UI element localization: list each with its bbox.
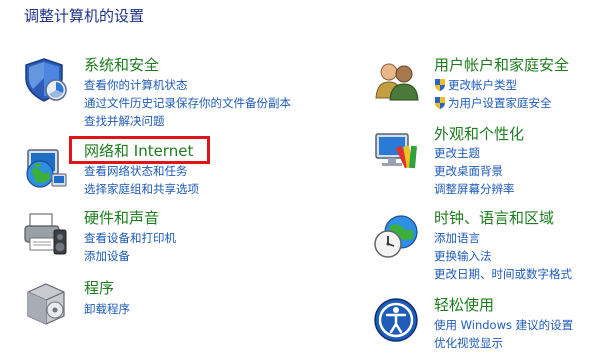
page-title: 调整计算机的设置 bbox=[24, 7, 145, 25]
link-optimize-visual-display[interactable]: 优化视觉显示 bbox=[434, 336, 503, 350]
category-appearance[interactable]: 外观和个性化 bbox=[434, 125, 524, 143]
printer-speaker-icon[interactable] bbox=[22, 210, 70, 258]
link-network-status[interactable]: 查看网络状态和任务 bbox=[84, 164, 188, 178]
category-system-security[interactable]: 系统和安全 bbox=[84, 56, 159, 74]
users-icon[interactable] bbox=[372, 56, 420, 104]
link-homegroup-sharing[interactable]: 选择家庭组和共享选项 bbox=[84, 182, 199, 196]
link-label: 更改帐户类型 bbox=[448, 78, 517, 92]
link-add-language[interactable]: 添加语言 bbox=[434, 231, 480, 245]
uac-shield-icon bbox=[434, 96, 446, 109]
link-troubleshoot[interactable]: 查找并解决问题 bbox=[84, 114, 165, 128]
network-globe-icon[interactable] bbox=[22, 144, 70, 192]
link-view-computer-status[interactable]: 查看你的计算机状态 bbox=[84, 78, 188, 92]
link-adjust-resolution[interactable]: 调整屏幕分辨率 bbox=[434, 182, 515, 196]
link-change-account-type[interactable]: 更改帐户类型 bbox=[434, 78, 517, 92]
category-ease-of-access[interactable]: 轻松使用 bbox=[434, 296, 494, 314]
link-devices-printers[interactable]: 查看设备和打印机 bbox=[84, 231, 176, 245]
category-clock-language-region[interactable]: 时钟、语言和区域 bbox=[434, 209, 554, 227]
link-uninstall-program[interactable]: 卸载程序 bbox=[84, 302, 130, 316]
link-change-input-method[interactable]: 更换输入法 bbox=[434, 249, 492, 263]
uac-shield-icon bbox=[434, 78, 446, 91]
category-hardware-sound[interactable]: 硬件和声音 bbox=[84, 209, 159, 227]
link-change-theme[interactable]: 更改主题 bbox=[434, 146, 480, 160]
monitor-palette-icon[interactable] bbox=[372, 128, 420, 176]
link-family-safety[interactable]: 为用户设置家庭安全 bbox=[434, 96, 552, 110]
link-add-device[interactable]: 添加设备 bbox=[84, 249, 130, 263]
highlight-box bbox=[69, 136, 210, 164]
programs-box-icon[interactable] bbox=[22, 278, 70, 326]
link-change-desktop-background[interactable]: 更改桌面背景 bbox=[434, 164, 503, 178]
category-programs[interactable]: 程序 bbox=[84, 279, 114, 297]
security-shield-icon[interactable] bbox=[22, 56, 70, 104]
ease-of-access-icon[interactable] bbox=[372, 296, 420, 344]
link-change-date-time-format[interactable]: 更改日期、时间或数字格式 bbox=[434, 267, 572, 281]
category-user-accounts[interactable]: 用户帐户和家庭安全 bbox=[434, 56, 569, 74]
clock-globe-icon[interactable] bbox=[372, 212, 420, 260]
link-label: 为用户设置家庭安全 bbox=[448, 96, 552, 110]
link-file-history-backup[interactable]: 通过文件历史记录保存你的文件备份副本 bbox=[84, 96, 291, 110]
link-windows-recommended-settings[interactable]: 使用 Windows 建议的设置 bbox=[434, 318, 573, 332]
